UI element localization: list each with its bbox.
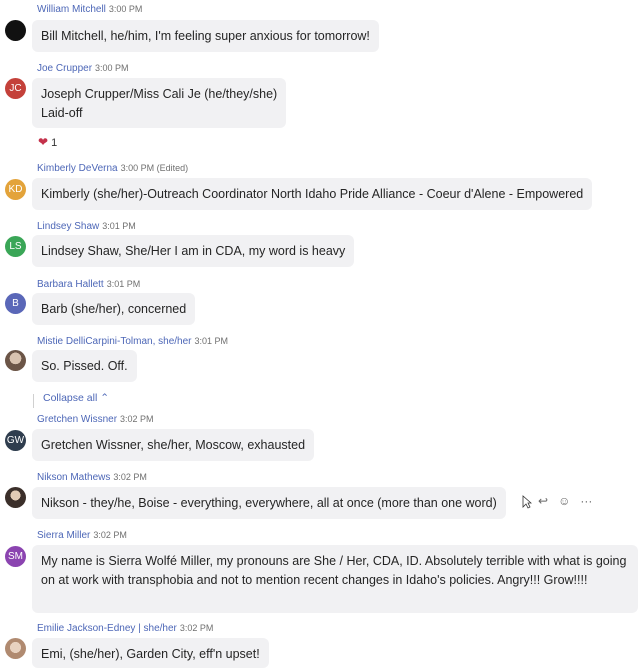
message-header: Emilie Jackson-Edney | she/her 3:02 PM	[37, 623, 213, 634]
message-bubble[interactable]: My name is Sierra Wolfé Miller, my prono…	[32, 545, 638, 613]
sender-name[interactable]: Joe Crupper	[37, 63, 92, 74]
sender-name[interactable]: Sierra Miller	[37, 530, 90, 541]
timestamp: 3:02 PM	[93, 530, 127, 540]
message-text: Joseph Crupper/Miss Cali Je (he/they/she…	[41, 87, 278, 101]
sender-name[interactable]: William Mitchell	[37, 4, 106, 15]
mouse-cursor-icon	[522, 495, 532, 509]
reaction-count: 1	[51, 137, 58, 149]
message-header: Sierra Miller 3:02 PM	[37, 530, 127, 541]
avatar[interactable]	[5, 20, 26, 41]
message-header: William Mitchell 3:00 PM	[37, 4, 142, 15]
heart-icon: ❤	[38, 135, 49, 149]
message-text: So. Pissed. Off.	[41, 359, 128, 373]
timestamp: 3:00 PM	[108, 4, 143, 14]
message-header: Barbara Hallett 3:01 PM	[37, 279, 140, 290]
timestamp: 3:02 PM	[179, 623, 214, 633]
message-actions: ↩ ☺ ···	[520, 494, 602, 508]
reaction[interactable]: ❤ 1	[38, 135, 57, 149]
avatar[interactable]	[5, 638, 26, 659]
sender-name[interactable]: Kimberly DeVerna	[37, 163, 118, 174]
avatar[interactable]: SM	[5, 546, 26, 567]
message-header: Mistie DelliCarpini-Tolman, she/her 3:01 …	[37, 336, 228, 347]
message-header: Nikson Mathews 3:02 PM	[37, 472, 147, 483]
avatar[interactable]: JC	[5, 78, 26, 99]
message-bubble[interactable]: Joseph Crupper/Miss Cali Je (he/they/she…	[32, 78, 287, 128]
thread-line	[33, 394, 34, 408]
reply-icon[interactable]: ↩	[538, 494, 548, 508]
avatar[interactable]: KD	[5, 179, 26, 200]
timestamp: 3:01 PM	[194, 336, 229, 346]
sender-name[interactable]: Emilie Jackson-Edney | she/her	[37, 623, 177, 634]
sender-name[interactable]: Mistie DelliCarpini-Tolman, she/her	[37, 336, 192, 347]
sender-name[interactable]: Gretchen Wissner	[37, 414, 117, 425]
avatar[interactable]	[5, 350, 26, 371]
message-bubble[interactable]: Nikson - they/he, Boise - everything, ev…	[32, 487, 506, 519]
message-text: Barb (she/her), concerned	[41, 302, 187, 316]
avatar[interactable]: GW	[5, 430, 26, 451]
collapse-all-link[interactable]: Collapse all ⌃	[43, 392, 109, 404]
message-bubble[interactable]: Barb (she/her), concerned	[32, 293, 196, 325]
more-options-icon[interactable]: ···	[580, 494, 592, 508]
sender-name[interactable]: Lindsey Shaw	[37, 221, 99, 232]
timestamp: 3:00 PM	[95, 63, 129, 73]
sender-name[interactable]: Nikson Mathews	[37, 472, 110, 483]
message-header: Lindsey Shaw 3:01 PM	[37, 221, 136, 232]
message-text: Gretchen Wissner, she/her, Moscow, exhau…	[41, 438, 306, 452]
timestamp: 3:01 PM	[106, 279, 141, 289]
message-bubble[interactable]: Kimberly (she/her)-Outreach Coordinator …	[32, 178, 593, 210]
avatar[interactable]: B	[5, 293, 26, 314]
timestamp: 3:02 PM	[113, 472, 147, 482]
timestamp: 3:02 PM	[120, 414, 154, 424]
message-text: Bill Mitchell, he/him, I'm feeling super…	[41, 29, 370, 43]
message-header: Joe Crupper 3:00 PM	[37, 63, 129, 74]
message-header: Gretchen Wissner 3:02 PM	[37, 414, 154, 425]
message-text-line2: Laid-off	[41, 106, 83, 120]
message-bubble[interactable]: Lindsey Shaw, She/Her I am in CDA, my wo…	[32, 235, 355, 267]
message-text: Nikson - they/he, Boise - everything, ev…	[41, 496, 497, 510]
avatar[interactable]: LS	[5, 236, 26, 257]
message-bubble[interactable]: So. Pissed. Off.	[32, 350, 137, 382]
message-text: My name is Sierra Wolfé Miller, my prono…	[41, 554, 627, 587]
message-text: Kimberly (she/her)-Outreach Coordinator …	[41, 187, 584, 201]
sender-name[interactable]: Barbara Hallett	[37, 279, 104, 290]
message-text: Emi, (she/her), Garden City, eff'n upset…	[41, 647, 260, 661]
timestamp: 3:00 PM (Edited)	[120, 163, 189, 173]
avatar[interactable]	[5, 487, 26, 508]
message-bubble[interactable]: Gretchen Wissner, she/her, Moscow, exhau…	[32, 429, 315, 461]
timestamp: 3:01 PM	[102, 221, 136, 231]
emoji-icon[interactable]: ☺	[558, 494, 570, 508]
message-header: Kimberly DeVerna 3:00 PM (Edited)	[37, 163, 188, 174]
message-bubble[interactable]: Bill Mitchell, he/him, I'm feeling super…	[32, 20, 379, 52]
message-text: Lindsey Shaw, She/Her I am in CDA, my wo…	[41, 244, 346, 258]
